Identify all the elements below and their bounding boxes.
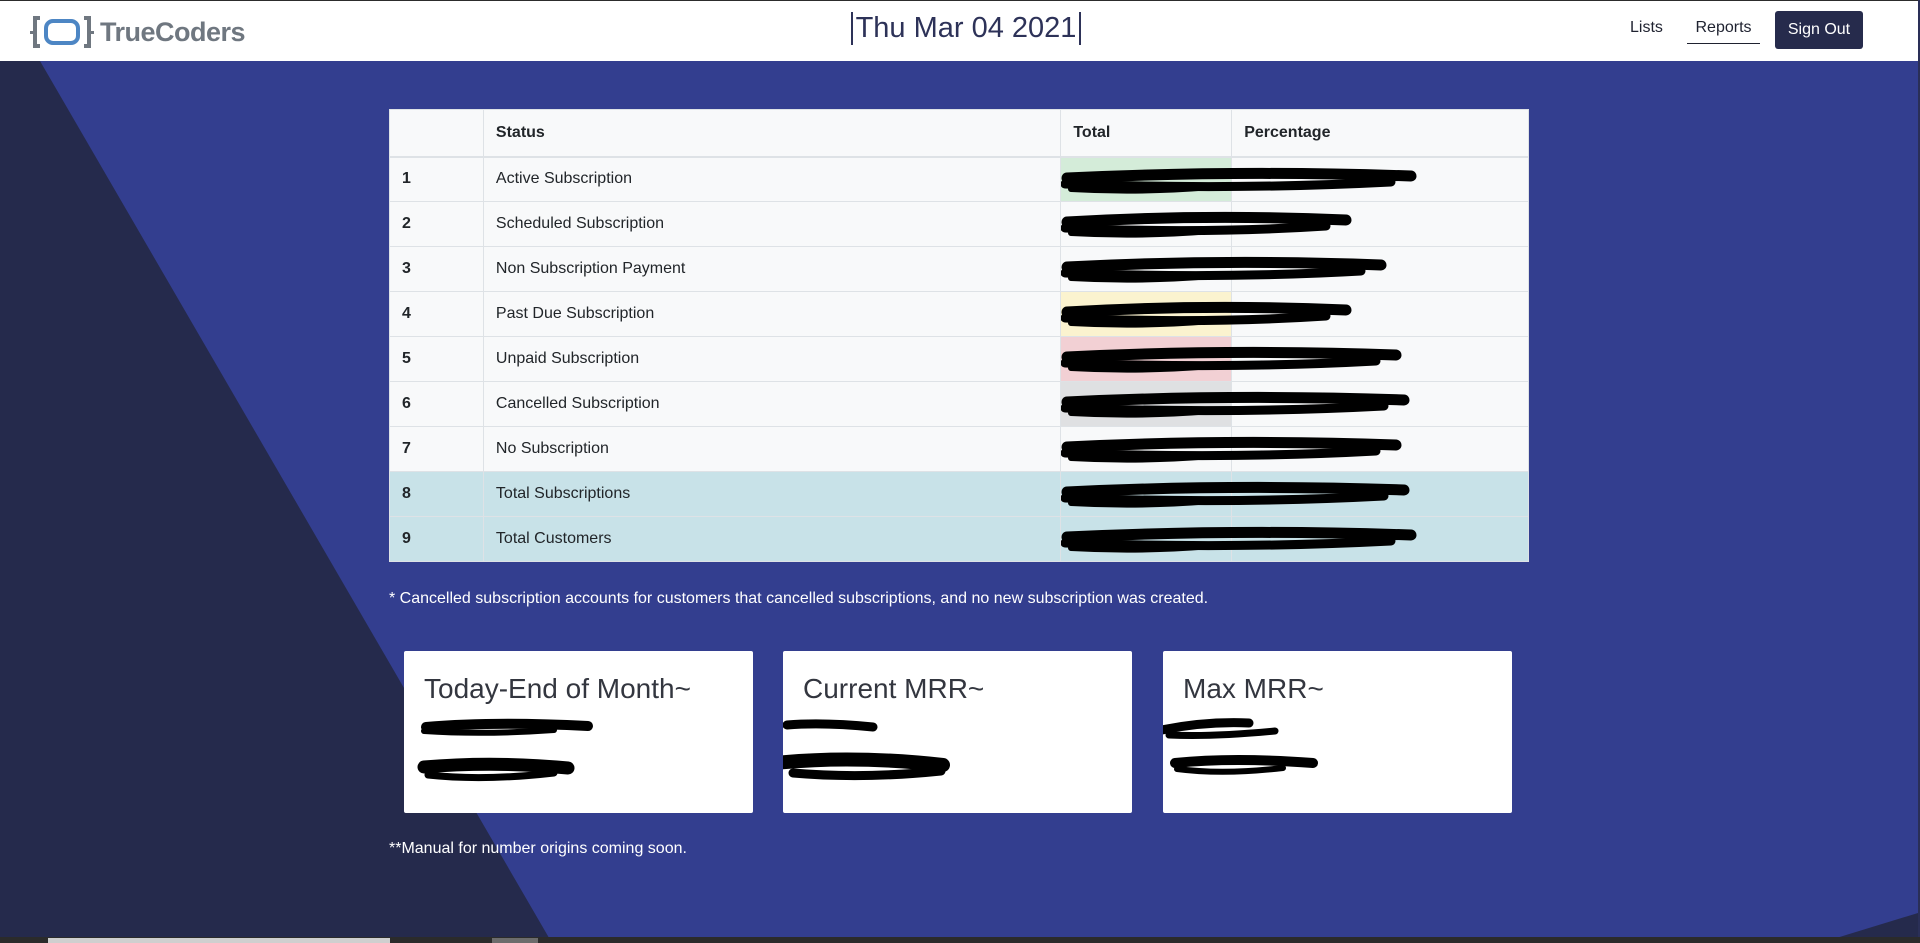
brand-name: TrueCoders <box>100 16 246 47</box>
row-percentage <box>1231 471 1529 517</box>
nav-reports-link[interactable]: Reports <box>1687 19 1760 44</box>
row-index: 4 <box>389 291 484 337</box>
taskbar-strip <box>0 937 1920 943</box>
row-total <box>1060 291 1352 337</box>
row-status: No Subscription <box>482 426 1062 472</box>
row-status: Active Subscription <box>482 156 1062 202</box>
row-status: Non Subscription Payment <box>482 246 1062 292</box>
row-status: Total Customers <box>482 516 1062 562</box>
row-percentage <box>1231 336 1529 382</box>
taskbar-segment <box>492 938 538 943</box>
row-status: Scheduled Subscription <box>482 201 1062 247</box>
subscription-report-table: Status Total Percentage 1 Active Subscrip… <box>389 109 1529 562</box>
redacted-value <box>1163 718 1318 775</box>
column-header-total: Total <box>1060 109 1233 158</box>
column-header-status: Status <box>482 109 1062 158</box>
row-total <box>1060 201 1352 247</box>
row-percentage <box>1231 426 1529 472</box>
row-status: Total Subscriptions <box>482 471 1062 517</box>
row-total <box>1060 426 1402 472</box>
table-row: 3 Non Subscription Payment <box>389 246 1529 292</box>
top-navbar: TrueCoders Thu Mar 04 2021 Lists Reports… <box>0 0 1918 61</box>
column-header-index <box>389 109 484 158</box>
taskbar-segment <box>48 938 390 943</box>
table-header-row: Status Total Percentage <box>389 109 1529 158</box>
row-index: 8 <box>389 471 484 517</box>
row-total <box>1060 516 1417 562</box>
redaction-stroke <box>1068 183 1215 194</box>
row-index: 2 <box>389 201 484 247</box>
redaction-stroke <box>1068 408 1215 418</box>
table-row: 5 Unpaid Subscription <box>389 336 1529 382</box>
row-total <box>1060 156 1417 202</box>
table-row: 4 Past Due Subscription <box>389 291 1529 337</box>
summary-card-max-mrr: Max MRR~ <box>1163 651 1512 813</box>
nav-lists-link[interactable]: Lists <box>1630 19 1663 43</box>
row-total <box>1060 471 1410 517</box>
row-percentage <box>1231 156 1529 202</box>
redaction-stroke <box>1068 453 1215 463</box>
row-status: Unpaid Subscription <box>482 336 1062 382</box>
row-status: Past Due Subscription <box>482 291 1062 337</box>
row-index: 1 <box>389 156 484 202</box>
cancelled-footnote: * Cancelled subscription accounts for cu… <box>389 590 1209 607</box>
row-total <box>1060 381 1410 427</box>
row-index: 7 <box>389 426 484 472</box>
row-percentage <box>1231 291 1529 337</box>
row-index: 3 <box>389 246 484 292</box>
code-braces-logo-icon <box>30 16 94 48</box>
redaction-stroke <box>1068 543 1215 553</box>
table-row: 8 Total Subscriptions <box>389 471 1529 517</box>
table-row: 7 No Subscription <box>389 426 1529 472</box>
manual-footnote: **Manual for number origins coming soon. <box>389 840 687 857</box>
table-row: 2 Scheduled Subscription <box>389 201 1529 247</box>
redacted-value <box>417 718 593 782</box>
row-index: 5 <box>389 336 484 382</box>
brand-logo[interactable]: TrueCoders <box>30 14 246 50</box>
redacted-value <box>783 719 950 781</box>
row-percentage <box>1231 246 1529 292</box>
redaction-stroke <box>1068 363 1215 373</box>
row-percentage <box>1231 381 1529 427</box>
table-row: 1 Active Subscription <box>389 156 1529 202</box>
redaction-stroke <box>1068 318 1215 328</box>
table-row: 6 Cancelled Subscription <box>389 381 1529 427</box>
redaction-stroke <box>1068 273 1215 283</box>
row-percentage <box>1231 516 1529 562</box>
current-date: Thu Mar 04 2021 <box>855 12 1077 44</box>
row-status: Cancelled Subscription <box>482 381 1062 427</box>
row-index: 9 <box>389 516 484 562</box>
summary-card-current-mrr: Current MRR~ <box>783 651 1132 813</box>
row-percentage <box>1231 201 1529 247</box>
column-header-percentage: Percentage <box>1231 109 1529 158</box>
row-total <box>1060 336 1402 382</box>
sign-out-button[interactable]: Sign Out <box>1775 11 1863 49</box>
redaction-stroke <box>1068 228 1215 238</box>
summary-card-end-of-month: Today-End of Month~ <box>404 651 753 813</box>
date-display: Thu Mar 04 2021 <box>851 12 1081 45</box>
subscription-report-table-wrap: Status Total Percentage 1 Active Subscrip… <box>389 109 1529 562</box>
table-row: 9 Total Customers <box>389 516 1529 562</box>
redaction-stroke <box>1068 498 1215 508</box>
row-index: 6 <box>389 381 484 427</box>
row-total <box>1060 246 1387 292</box>
